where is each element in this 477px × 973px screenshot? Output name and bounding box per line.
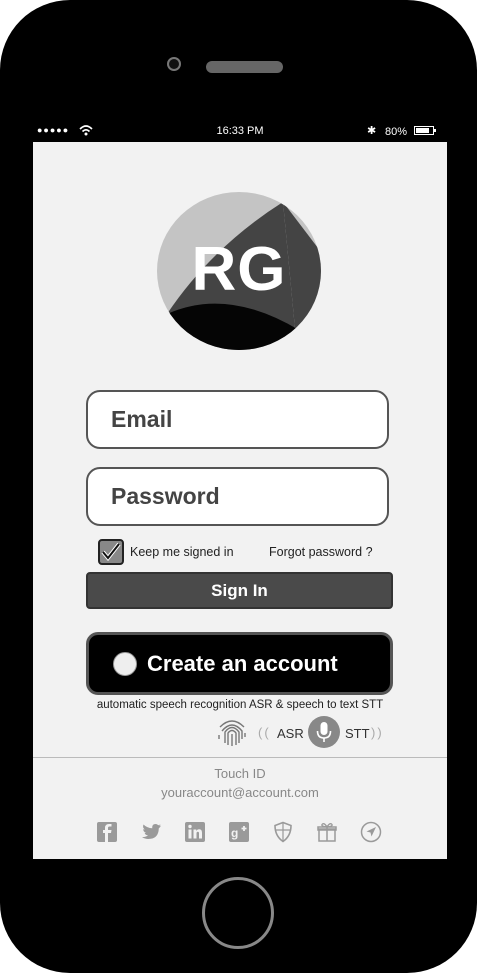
avatar[interactable]: RG bbox=[157, 192, 321, 350]
svg-text:g: g bbox=[231, 826, 238, 840]
microphone-icon bbox=[316, 722, 332, 742]
checkmark-icon bbox=[101, 542, 121, 562]
fingerprint-icon[interactable] bbox=[215, 715, 249, 749]
phone-frame: ●●●●● 16:33 PM ✱ 80% RG Email Password K… bbox=[0, 0, 477, 973]
gift-icon[interactable] bbox=[315, 820, 339, 844]
create-account-label: Create an account bbox=[147, 651, 338, 676]
touch-id-label[interactable]: Touch ID bbox=[33, 766, 447, 781]
password-field[interactable]: Password bbox=[86, 467, 389, 526]
earpiece-speaker bbox=[206, 61, 283, 73]
battery-percent: 80% bbox=[385, 126, 408, 138]
create-account-button[interactable]: Create an account bbox=[86, 632, 393, 695]
sign-in-button[interactable]: Sign In bbox=[86, 572, 393, 609]
account-email-label: youraccount@account.com bbox=[161, 785, 319, 800]
social-icon-bar: g bbox=[95, 820, 395, 846]
shield-icon[interactable] bbox=[271, 820, 295, 844]
forgot-password-link[interactable]: Forgot password ? bbox=[269, 545, 373, 559]
bluetooth-icon: ✱ bbox=[367, 125, 377, 137]
linkedin-icon[interactable] bbox=[183, 820, 207, 844]
keep-signed-in-label[interactable]: Keep me signed in bbox=[130, 545, 234, 559]
location-icon[interactable] bbox=[359, 820, 383, 844]
avatar-initials: RG bbox=[191, 235, 287, 304]
asr-label[interactable]: ASR bbox=[277, 726, 304, 741]
stt-label[interactable]: STT bbox=[345, 726, 370, 741]
divider bbox=[33, 757, 447, 758]
facebook-icon[interactable] bbox=[95, 820, 119, 844]
battery-icon bbox=[414, 126, 436, 135]
email-field[interactable]: Email bbox=[86, 390, 389, 449]
home-button[interactable] bbox=[202, 877, 274, 949]
speech-caption: automatic speech recognition ASR & speec… bbox=[96, 699, 384, 711]
paren-close: )) bbox=[371, 725, 384, 740]
app-screen: RG Email Password Keep me signed in Forg… bbox=[33, 142, 447, 859]
radio-circle-icon bbox=[113, 652, 137, 676]
keep-signed-in-checkbox[interactable] bbox=[98, 539, 124, 565]
paren-open: (( bbox=[258, 725, 271, 740]
status-bar: ●●●●● 16:33 PM ✱ 80% bbox=[33, 122, 447, 142]
camera-lens bbox=[167, 57, 181, 71]
twitter-icon[interactable] bbox=[139, 820, 163, 844]
google-plus-icon[interactable]: g bbox=[227, 820, 251, 844]
microphone-button[interactable] bbox=[308, 716, 340, 748]
